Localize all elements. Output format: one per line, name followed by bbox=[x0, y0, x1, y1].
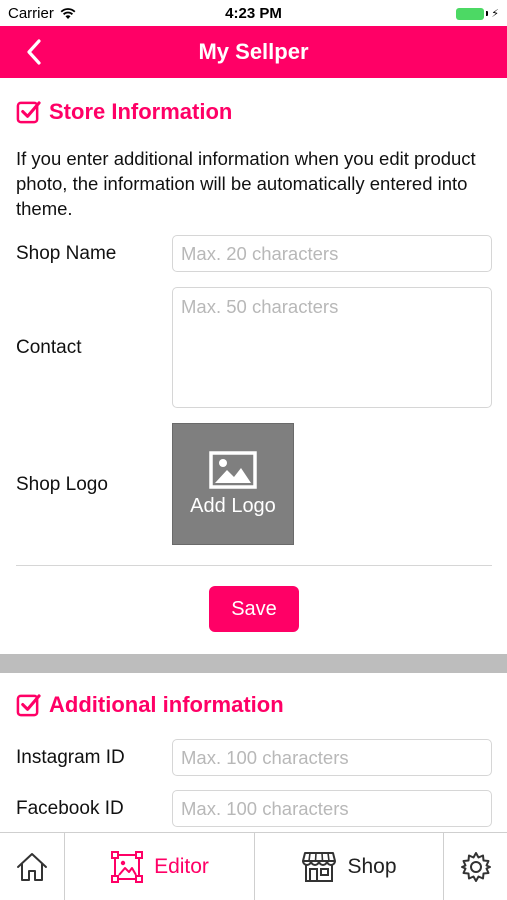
page-title: My Sellper bbox=[198, 39, 309, 64]
add-logo-button[interactable]: Add Logo bbox=[172, 423, 294, 545]
shop-name-input[interactable] bbox=[172, 235, 492, 272]
tab-home[interactable] bbox=[0, 833, 64, 900]
image-icon bbox=[209, 450, 257, 489]
contact-label: Contact bbox=[16, 337, 82, 358]
battery-icon: ⚡ bbox=[456, 7, 499, 20]
divider bbox=[16, 565, 492, 566]
status-bar: Carrier 4:23 PM ⚡ bbox=[0, 0, 507, 26]
tab-editor-label: Editor bbox=[154, 855, 209, 878]
clock: 4:23 PM bbox=[225, 5, 282, 22]
checkbox-checked-icon bbox=[16, 693, 41, 716]
tab-bar: Editor Shop bbox=[0, 832, 507, 900]
tab-shop[interactable]: Shop bbox=[255, 833, 443, 900]
storefront-icon bbox=[302, 852, 337, 882]
gear-icon bbox=[460, 852, 491, 882]
facebook-id-input[interactable] bbox=[172, 790, 492, 827]
tab-settings[interactable] bbox=[444, 833, 507, 900]
shop-name-label: Shop Name bbox=[16, 243, 117, 264]
save-button[interactable]: Save bbox=[209, 586, 299, 632]
tab-editor[interactable]: Editor bbox=[65, 833, 254, 900]
store-info-description: If you enter additional information when… bbox=[16, 148, 476, 219]
section-title: Store Information bbox=[49, 99, 233, 124]
home-icon bbox=[17, 853, 47, 881]
charging-icon: ⚡ bbox=[491, 8, 499, 20]
instagram-id-label: Instagram ID bbox=[16, 747, 125, 768]
instagram-id-input[interactable] bbox=[172, 739, 492, 776]
shop-logo-label: Shop Logo bbox=[16, 474, 108, 495]
editor-icon bbox=[111, 851, 144, 883]
nav-bar: My Sellper bbox=[0, 26, 507, 78]
section-separator bbox=[0, 654, 507, 673]
add-logo-label: Add Logo bbox=[190, 494, 276, 517]
store-info-header: Store Information bbox=[16, 99, 232, 125]
checkbox-checked-icon bbox=[16, 100, 41, 123]
section-title: Additional information bbox=[49, 692, 284, 717]
contact-input[interactable] bbox=[172, 287, 492, 408]
tab-shop-label: Shop bbox=[347, 855, 397, 878]
additional-info-header: Additional information bbox=[16, 692, 284, 718]
facebook-id-label: Facebook ID bbox=[16, 798, 124, 819]
